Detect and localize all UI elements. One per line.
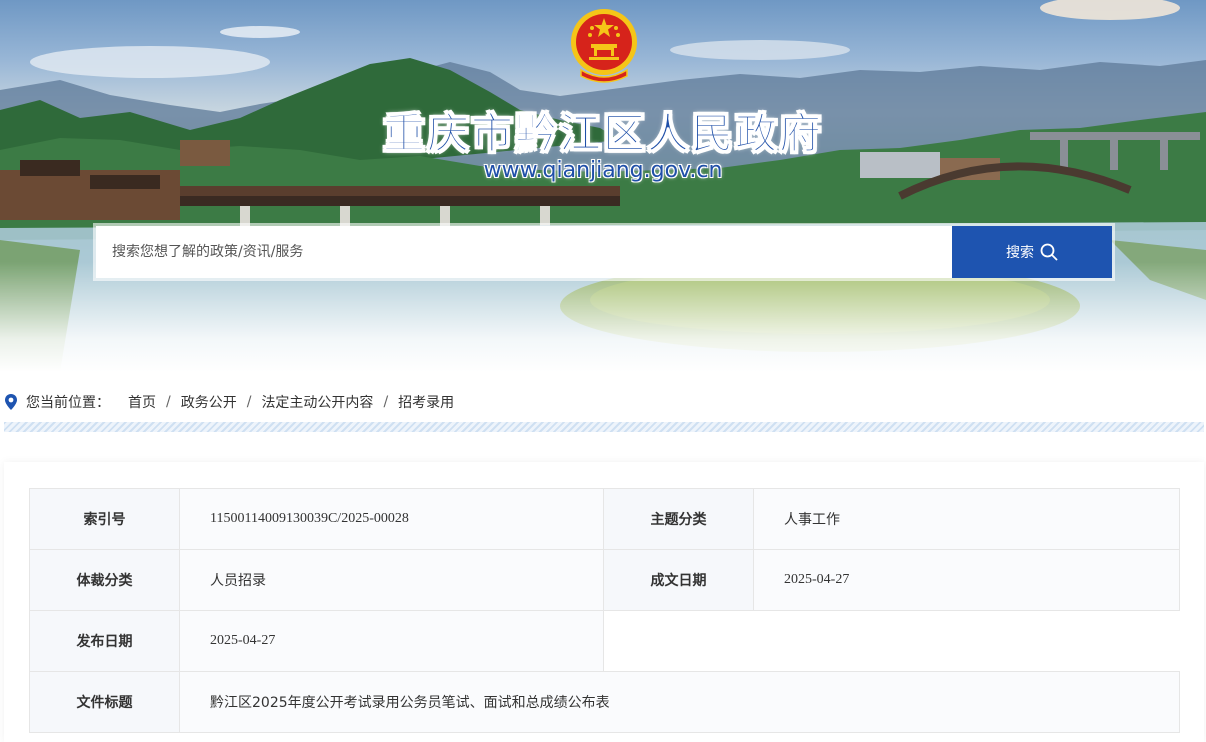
search-bar: 搜索 [96,226,1112,278]
index-label: 索引号 [29,488,180,550]
search-button-label: 搜索 [1006,245,1034,261]
breadcrumb-lead: 您当前位置： [26,395,110,411]
breadcrumb-gov-affairs[interactable]: 政务公开 [181,392,237,412]
breadcrumb: 您当前位置： 首页 / 政务公开 / 法定主动公开内容 / 招考录用 [4,392,454,412]
empty-cell [603,610,1180,672]
index-value: 11500114009130039C/2025-00028 [179,488,604,550]
banner-fade [0,262,1206,372]
search-input[interactable] [96,226,952,278]
breadcrumb-separator: / [383,394,389,410]
publish-date-value: 2025-04-27 [179,610,604,672]
search-button[interactable]: 搜索 [952,226,1112,278]
genre-label: 体裁分类 [29,549,180,611]
document-meta-table: 索引号 11500114009130039C/2025-00028 主题分类 人… [29,488,1180,733]
breadcrumb-statutory-disclosure[interactable]: 法定主动公开内容 [261,392,373,412]
table-row: 索引号 11500114009130039C/2025-00028 主题分类 人… [29,488,1180,550]
breadcrumb-home[interactable]: 首页 [128,392,156,412]
site-url: www.qianjiang.gov.cn [483,158,723,183]
table-row: 体裁分类 人员招录 成文日期 2025-04-27 [29,549,1180,611]
table-row: 文件标题 黔江区2025年度公开考试录用公务员笔试、面试和总成绩公布表 [29,671,1180,733]
doc-title-value: 黔江区2025年度公开考试录用公务员笔试、面试和总成绩公布表 [179,671,1180,733]
publish-date-label: 发布日期 [29,610,180,672]
breadcrumb-recruitment[interactable]: 招考录用 [398,392,454,412]
site-title: 重庆市黔江区人民政府 [382,109,823,159]
topic-label: 主题分类 [603,488,754,550]
table-row: 发布日期 2025-04-27 [29,610,1180,672]
national-emblem-icon [571,9,637,83]
breadcrumb-divider [4,422,1204,432]
header-banner: 重庆市黔江区人民政府 www.qianjiang.gov.cn 搜索 [0,0,1206,372]
location-pin-icon [5,394,17,410]
search-icon [1040,243,1058,261]
doc-title-label: 文件标题 [29,671,180,733]
document-info-panel: 索引号 11500114009130039C/2025-00028 主题分类 人… [4,462,1204,742]
breadcrumb-separator: / [246,394,252,410]
written-date-value: 2025-04-27 [753,549,1180,611]
topic-value: 人事工作 [753,488,1180,550]
genre-value: 人员招录 [179,549,604,611]
breadcrumb-separator: / [166,394,171,410]
written-date-label: 成文日期 [603,549,754,611]
